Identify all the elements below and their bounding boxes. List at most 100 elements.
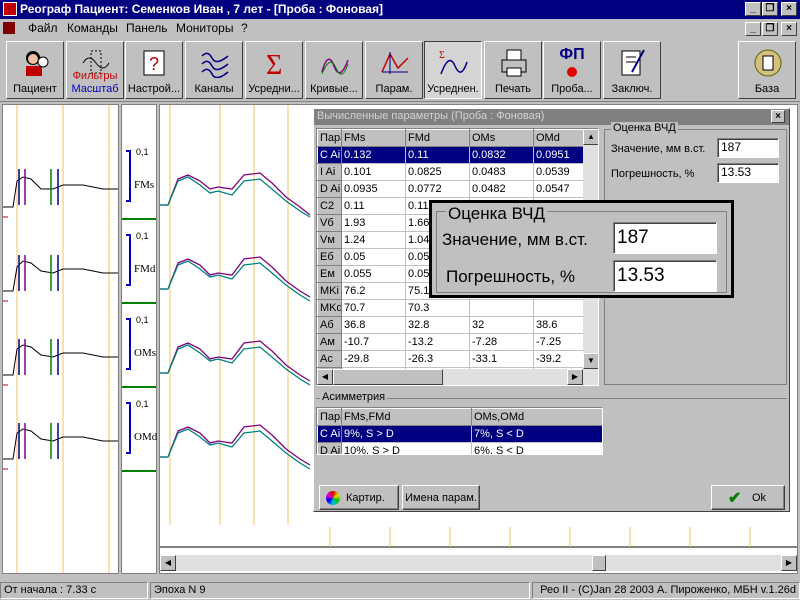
child-close-button[interactable]: × [781, 22, 797, 36]
scale-bars [122, 150, 156, 472]
params-hscroll[interactable]: ◀ ▶ [317, 369, 598, 385]
params-hscroll-thumb[interactable] [333, 369, 443, 385]
raw-signal-panel[interactable] [2, 104, 119, 574]
menu-monitors[interactable]: Мониторы [176, 21, 233, 35]
menu-commands[interactable]: Команды [67, 21, 118, 35]
params-row[interactable]: Aм -10.7 -13.2 -7.28 -7.25 [317, 333, 584, 351]
params-cell: 32.8 [405, 316, 470, 334]
svg-text:?: ? [149, 54, 159, 74]
averaging-button[interactable]: Σ Усредни... [245, 41, 303, 99]
params-scroll-right[interactable]: ▶ [567, 369, 583, 385]
params-cell: 0.132 [341, 146, 406, 164]
scroll-thumb[interactable] [592, 555, 606, 571]
param-names-button[interactable]: Имена парам. [402, 485, 480, 510]
dialog-close-button[interactable]: × [771, 110, 785, 123]
asym-cell: 6%, S < D [471, 442, 602, 454]
params-header-cell[interactable]: OMs [469, 129, 534, 147]
probe-button[interactable]: ФП Проба... [543, 41, 601, 99]
params-cell: -10.7 [341, 333, 406, 351]
params-row-label: C Ai [317, 146, 342, 164]
curves-button[interactable]: Кривые... [305, 41, 363, 99]
conclusion-button[interactable]: Заключ. [603, 41, 661, 99]
menu-file[interactable]: Файл [28, 21, 58, 35]
params-header-row: ПараFMsFMdOMsOMd [317, 129, 584, 147]
channel-label-fmd: FMd [134, 263, 156, 275]
params-cell: 36.8 [341, 316, 406, 334]
asym-row[interactable]: C Ai 9%, S > D 7%, S < D [317, 425, 602, 443]
params-header-cell[interactable]: OMd [533, 129, 584, 147]
params-row[interactable]: D Ai 0.0935 0.0772 0.0482 0.0547 [317, 180, 584, 198]
params-row[interactable]: C Ai 0.132 0.11 0.0832 0.0951 [317, 146, 584, 164]
vchd-value-label: Значение, мм в.ст. [611, 143, 706, 155]
params-cell: -7.25 [533, 333, 584, 351]
settings-button[interactable]: ? Настрой... [125, 41, 183, 99]
conclusion-icon [621, 49, 645, 76]
params-row[interactable]: Ac -29.8 -26.3 -33.1 -39.2 [317, 350, 584, 368]
ok-button[interactable]: ✔ Ok [711, 485, 785, 510]
params-cell: 70.3 [405, 299, 470, 317]
asymmetry-table[interactable]: ПараFMs,FMdOMs,OMdC Ai9%, S > D7%, S < D… [316, 407, 603, 455]
asym-header-row: ПараFMs,FMdOMs,OMd [317, 408, 602, 426]
asym-header-cell[interactable]: FMs,FMd [341, 408, 472, 426]
params-button[interactable]: Парам. [365, 41, 423, 99]
asym-row[interactable]: D Ai 10%, S > D 6%, S < D [317, 442, 602, 454]
scroll-left-button[interactable]: ◀ [160, 555, 176, 571]
params-header-cell[interactable]: Пара [317, 129, 342, 147]
close-button[interactable]: × [781, 2, 797, 16]
params-row-label: Aб [317, 316, 342, 334]
channels-icon [201, 52, 229, 78]
params-cell: 1.24 [341, 231, 406, 249]
params-row[interactable]: Aб 36.8 32.8 32 38.6 [317, 316, 584, 334]
app-icon [3, 2, 17, 16]
params-scroll-down[interactable]: ▼ [583, 353, 598, 369]
params-header-cell[interactable]: FMs [341, 129, 406, 147]
params-header-cell[interactable]: FMd [405, 129, 470, 147]
scroll-right-button[interactable]: ▶ [781, 555, 797, 571]
vchd-value-field[interactable]: 187 [717, 138, 779, 158]
scale-tick-1: 0,1 [136, 147, 149, 157]
params-row-label: Eб [317, 248, 342, 266]
params-row-label: C2 [317, 197, 342, 215]
maximize-button[interactable]: ❐ [762, 2, 778, 16]
params-cell: -26.3 [405, 350, 470, 368]
asym-cell: 10%, S > D [341, 442, 472, 454]
params-row-label: MKd [317, 299, 342, 317]
averaged-button[interactable]: Σ Усреднен. [424, 41, 482, 99]
params-cell [469, 299, 534, 317]
filters-button[interactable]: Фильтры Масштаб [66, 41, 124, 99]
scale-tick-2: 0,1 [136, 231, 149, 241]
asym-header-cell[interactable]: OMs,OMd [471, 408, 602, 426]
window-title: Реограф Пациент: Семенков Иван , 7 лет -… [20, 2, 383, 16]
base-button[interactable]: База [738, 41, 796, 99]
child-minimize-button[interactable]: _ [745, 22, 761, 36]
asymmetry-grid: ПараFMs,FMdOMs,OMdC Ai9%, S > D7%, S < D… [317, 408, 602, 454]
checkmark-icon: ✔ [728, 490, 742, 507]
asym-header-cell[interactable]: Пара [317, 408, 342, 426]
popup-group-label: Оценка ВЧД [446, 204, 548, 224]
params-cell: 0.0772 [405, 180, 470, 198]
params-row-label: MKi [317, 282, 342, 300]
toolbar: Пациент Фильтры Масштаб ? Настрой... Кан… [0, 38, 800, 102]
popup-error-field[interactable]: 13.53 [613, 260, 717, 292]
channels-button[interactable]: Каналы [185, 41, 243, 99]
minimize-button[interactable]: _ [745, 2, 761, 16]
status-elapsed: От начала : 7.33 с [0, 582, 148, 599]
params-row[interactable]: I Ai 0.101 0.0825 0.0483 0.0539 [317, 163, 584, 181]
popup-value-field[interactable]: 187 [613, 222, 717, 254]
vchd-error-field[interactable]: 13.53 [717, 163, 779, 183]
menu-help[interactable]: ? [241, 21, 248, 35]
database-icon [754, 49, 782, 77]
horizontal-scrollbar[interactable]: ◀ ▶ [160, 555, 797, 571]
params-cell: 0.11 [405, 146, 470, 164]
child-restore-button[interactable]: ❐ [762, 22, 778, 36]
patient-button[interactable]: Пациент [6, 41, 64, 99]
params-cell: 70.7 [341, 299, 406, 317]
probe-icon: ФП [559, 46, 585, 63]
menu-panel[interactable]: Панель [126, 21, 167, 35]
popup-error-label: Погрешность, % [446, 267, 575, 286]
print-button[interactable]: Печать [484, 41, 542, 99]
chart-button[interactable]: Картир. [319, 485, 399, 510]
params-scroll-left[interactable]: ◀ [317, 369, 333, 385]
params-row[interactable]: MKd 70.7 70.3 [317, 299, 584, 317]
params-scroll-up[interactable]: ▲ [583, 129, 598, 145]
